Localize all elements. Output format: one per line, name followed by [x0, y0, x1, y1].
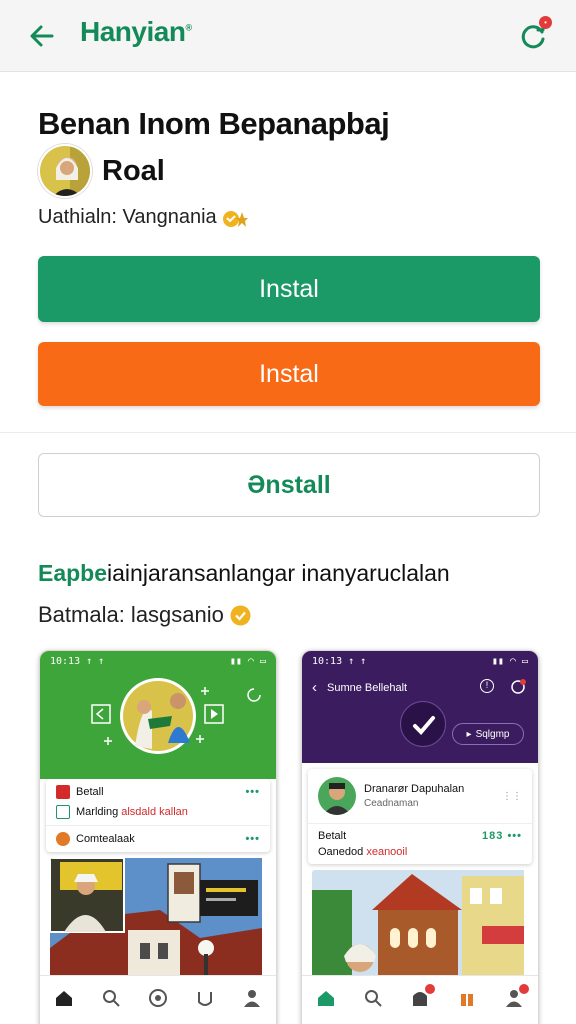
- user-icon: [56, 832, 70, 846]
- tab-bar: [40, 975, 276, 1021]
- row-highlight: xeanooil: [366, 846, 408, 858]
- flag-icon: [56, 785, 70, 799]
- list-item[interactable]: Marlding alsdald kallan: [46, 805, 270, 825]
- pill-label: Sqlgmp: [475, 728, 510, 740]
- notification-dot: •: [539, 16, 552, 29]
- meta-text: Uathialn: Vangnania: [38, 206, 217, 228]
- status-bar: 10:13 ↑ ↑ ▮▮ ◠ ▭: [302, 651, 538, 671]
- list-item[interactable]: Betalt Oanedod xeanooil 183 •••: [308, 823, 532, 864]
- divider: [0, 432, 576, 433]
- profile-icon[interactable]: [503, 983, 530, 1010]
- more-icon[interactable]: •••: [245, 833, 260, 845]
- meta-row: Uathialn: Vangnania: [38, 206, 248, 229]
- status-icons: ▮▮ ◠ ▭: [491, 655, 528, 667]
- refresh-icon[interactable]: •: [516, 16, 552, 52]
- verified-check-icon: [230, 605, 251, 626]
- profile-icon[interactable]: [241, 988, 263, 1010]
- bag-icon[interactable]: [194, 988, 216, 1010]
- install-button-primary[interactable]: Instal: [38, 256, 540, 322]
- heart-badge-icon: [222, 209, 248, 227]
- play-icon[interactable]: [400, 701, 446, 747]
- preview-header: ‹ Sumne Bellehalt: [312, 679, 407, 696]
- row-count-value: 183: [482, 830, 504, 842]
- user-name: Dranarør Dapuhalan: [364, 783, 465, 795]
- avatar: [318, 777, 356, 815]
- hero-banner: [40, 671, 276, 779]
- hero-banner: ‹ Sumne Bellehalt ! ▸ Sqlgmp: [302, 671, 538, 763]
- row-label: Betall: [76, 786, 104, 798]
- status-time: 10:13 ↑ ↑: [50, 655, 105, 667]
- status-time: 10:13 ↑ ↑: [312, 655, 367, 667]
- row-title: Betalt: [318, 830, 347, 842]
- list-item[interactable]: Betall •••: [46, 779, 270, 805]
- arrow-left-icon[interactable]: [26, 20, 58, 52]
- author-row: Roal: [38, 142, 165, 200]
- photo: [50, 858, 266, 986]
- row-count: 183 •••: [482, 830, 522, 842]
- section-subtitle-text: Batmala: lasgsanio: [38, 602, 224, 627]
- row-label: Comtealaak: [76, 833, 135, 845]
- store-icon[interactable]: [409, 983, 435, 1010]
- checkbox-icon[interactable]: [56, 805, 70, 819]
- more-icon[interactable]: ⋮⋮: [502, 791, 522, 802]
- section-title-rest: iainjaransanlangar inanyaruclalan: [107, 560, 450, 586]
- section-title-highlight: Eapbe: [38, 560, 108, 586]
- tab-bar: [302, 975, 538, 1021]
- status-bar: 10:13 ↑ ↑ ▮▮ ◠ ▭: [40, 651, 276, 671]
- section-subtitle: Batmala: lasgsanio: [38, 602, 251, 628]
- list-item[interactable]: Comtealaak •••: [46, 825, 270, 852]
- page-title: Benan Inom Bepanapbaj: [38, 106, 390, 141]
- avatar[interactable]: [38, 144, 92, 198]
- row-sub: Oanedod: [318, 846, 364, 858]
- share-icon[interactable]: [510, 679, 526, 695]
- row-highlight: alsdald kallan: [121, 806, 188, 818]
- row-label: Marlding: [76, 806, 119, 818]
- subscribe-pill[interactable]: ▸ Sqlgmp: [452, 723, 524, 745]
- home-icon[interactable]: [315, 988, 337, 1010]
- app-title: Hanyian®: [80, 16, 192, 47]
- more-icon[interactable]: •••: [245, 786, 260, 798]
- screenshot-preview-left[interactable]: 10:13 ↑ ↑ ▮▮ ◠ ▭ Betall ••• Marlding als…: [39, 650, 277, 1024]
- install-button-secondary[interactable]: Instal: [38, 342, 540, 406]
- home-icon[interactable]: [53, 988, 75, 1010]
- card: Dranarør Dapuhalan Ceadnaman ⋮⋮ Betalt O…: [308, 769, 532, 864]
- author-name: Roal: [102, 154, 165, 187]
- install-button-outline[interactable]: Ənstall: [38, 453, 540, 517]
- screenshot-preview-right[interactable]: 10:13 ↑ ↑ ▮▮ ◠ ▭ ‹ Sumne Bellehalt ! ▸ Sq…: [301, 650, 539, 1024]
- info-icon[interactable]: !: [480, 679, 494, 693]
- back-icon[interactable]: ‹: [312, 679, 317, 696]
- compass-icon[interactable]: [147, 988, 169, 1010]
- profile-row[interactable]: Dranarør Dapuhalan Ceadnaman ⋮⋮: [308, 769, 532, 823]
- preview-app-title: Sumne Bellehalt: [327, 681, 408, 694]
- tab-badge: [424, 983, 435, 994]
- search-icon[interactable]: [100, 988, 122, 1010]
- top-app-bar: Hanyian® •: [0, 0, 576, 72]
- tab-badge: [519, 983, 530, 994]
- card: Betall ••• Marlding alsdald kallan Comte…: [46, 779, 270, 852]
- search-icon[interactable]: [362, 988, 384, 1010]
- user-subtitle: Ceadnaman: [364, 798, 419, 809]
- pill-icon: ▸: [466, 728, 472, 740]
- gift-icon[interactable]: [456, 988, 478, 1010]
- status-icons: ▮▮ ◠ ▭: [229, 655, 266, 667]
- section-title: Eapbeiainjaransanlangar inanyaruclalan: [38, 560, 450, 587]
